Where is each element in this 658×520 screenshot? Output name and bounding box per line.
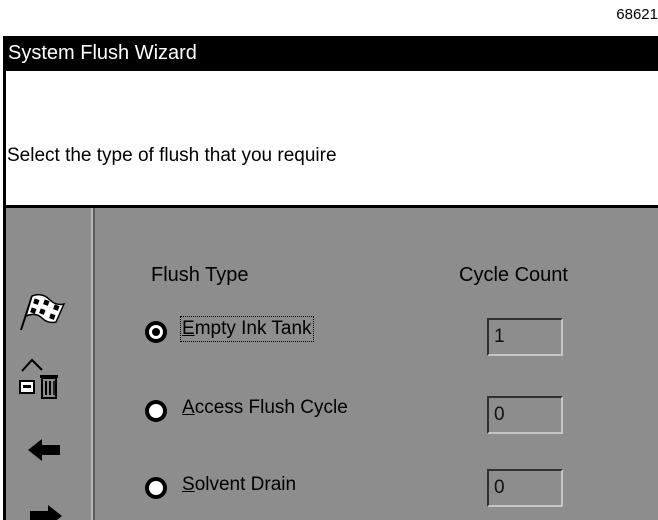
access-flush-cycle-radio[interactable]: [145, 400, 167, 422]
sidebar: [6, 208, 95, 520]
empty-ink-tank-cycle-count[interactable]: 1: [487, 318, 563, 356]
solvent-drain-radio[interactable]: [145, 477, 167, 499]
cycle-count-header: Cycle Count: [459, 264, 568, 286]
access-flush-cycle-count[interactable]: 0: [487, 396, 563, 434]
trash-icon[interactable]: [12, 353, 68, 401]
solvent-drain-cycle-count[interactable]: 0: [487, 469, 563, 507]
next-arrow-icon[interactable]: [26, 503, 64, 520]
checkered-flag-icon[interactable]: [18, 290, 68, 332]
instruction-text: Select the type of flush that you requir…: [7, 145, 337, 166]
solvent-drain-label[interactable]: Solvent Drain: [182, 474, 296, 496]
flush-options-area: Flush Type Cycle Count Empty Ink Tank 1 …: [95, 208, 658, 520]
access-flush-cycle-label[interactable]: Access Flush Cycle: [182, 397, 348, 419]
flush-type-header: Flush Type: [151, 264, 249, 286]
instruction-panel: Select the type of flush that you requir…: [6, 71, 658, 208]
back-arrow-icon[interactable]: [26, 437, 64, 463]
empty-ink-tank-radio[interactable]: [145, 321, 167, 343]
figure-number: 68621: [616, 6, 658, 23]
empty-ink-tank-label[interactable]: Empty Ink Tank: [180, 316, 314, 342]
wizard-content: Flush Type Cycle Count Empty Ink Tank 1 …: [6, 208, 658, 520]
system-flush-wizard-window: System Flush Wizard Select the type of f…: [3, 36, 658, 520]
window-title: System Flush Wizard: [6, 36, 658, 71]
